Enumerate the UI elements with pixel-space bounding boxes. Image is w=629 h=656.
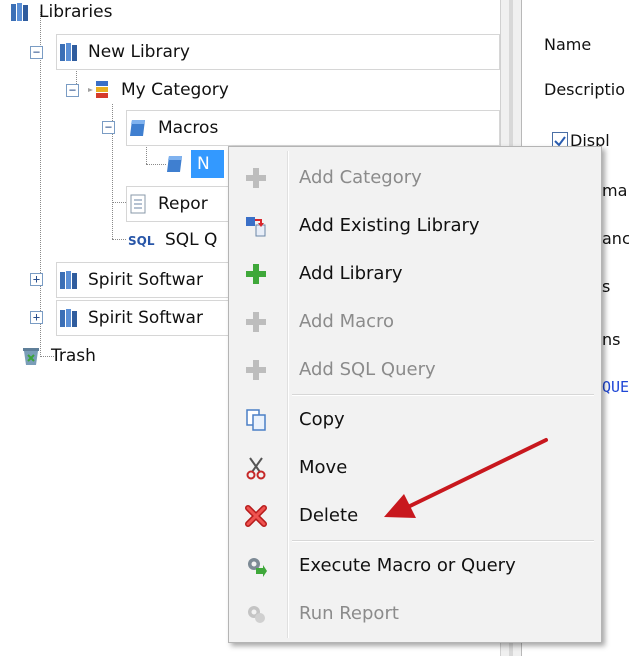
annotation-arrow: [384, 438, 548, 518]
